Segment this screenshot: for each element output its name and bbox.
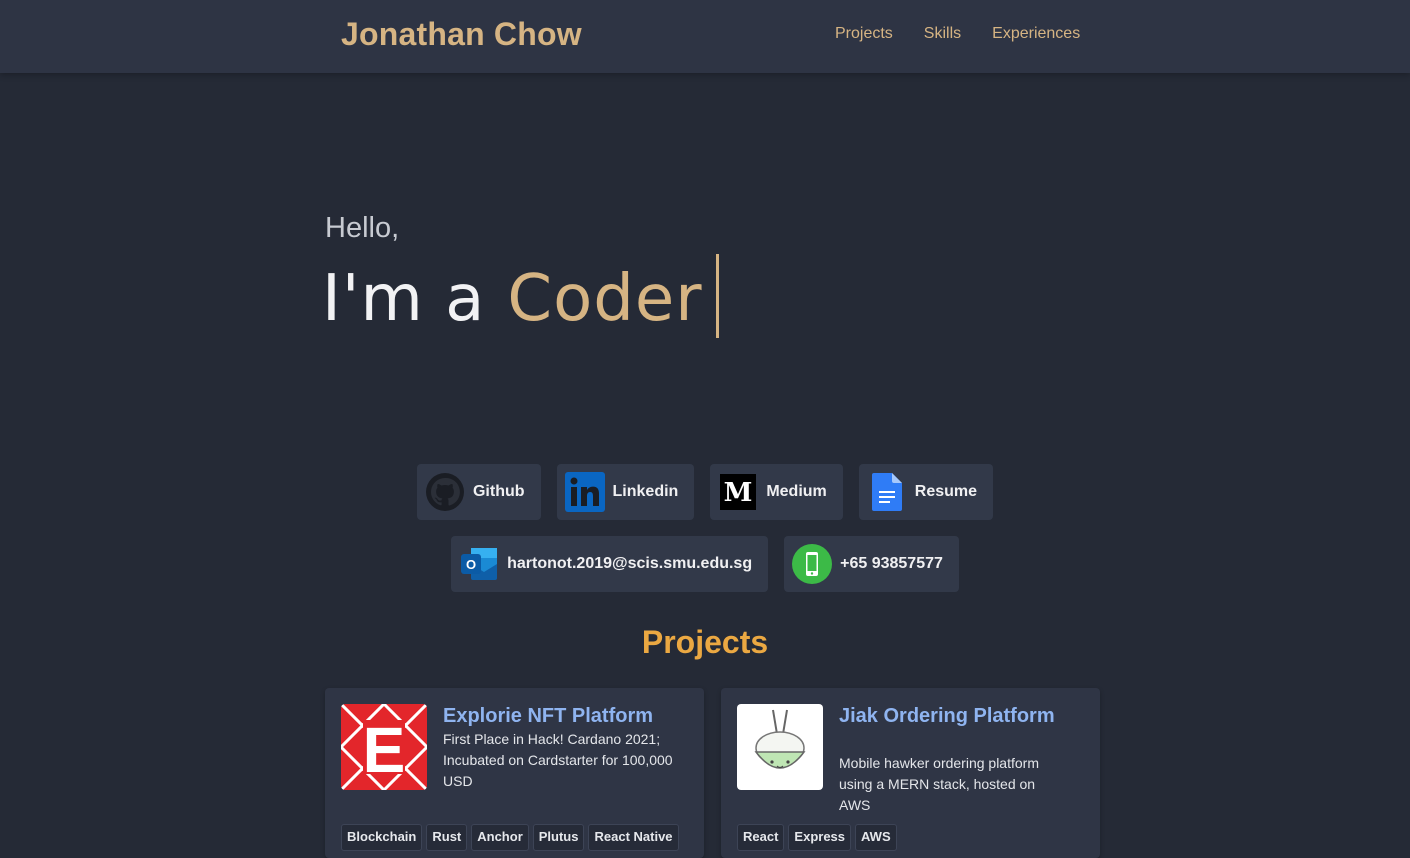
project-card-jiak[interactable]: Jiak Ordering Platform Mobile hawker ord… xyxy=(721,688,1100,858)
project-card-explorie[interactable]: E Explorie NFT Platform First Place in H… xyxy=(325,688,704,858)
medium-glyph: M xyxy=(724,478,753,508)
project-description: First Place in Hack! Cardano 2021; Incub… xyxy=(443,731,673,789)
outlook-glyph: O xyxy=(466,557,476,572)
medium-icon: M xyxy=(718,472,758,512)
nav-link-skills[interactable]: Skills xyxy=(924,25,961,43)
hero-role: Coder xyxy=(507,262,703,336)
navbar: Jonathan Chow Projects Skills Experience… xyxy=(0,0,1410,73)
resume-label: Resume xyxy=(914,483,978,500)
email-button[interactable]: O hartonot.2019@scis.smu.edu.sg xyxy=(451,536,769,592)
medium-button[interactable]: M Medium xyxy=(710,464,843,520)
google-docs-icon xyxy=(867,472,907,512)
linkedin-icon xyxy=(564,472,605,512)
hero-greeting: Hello, xyxy=(325,212,400,244)
phone-label: +65 93857577 xyxy=(840,555,943,572)
linkedin-button[interactable]: Linkedin xyxy=(556,464,695,520)
phone-button[interactable]: +65 93857577 xyxy=(784,536,959,592)
outlook-icon: O xyxy=(459,544,499,584)
nav-link-experiences[interactable]: Experiences xyxy=(992,25,1080,43)
nav-links: Projects Skills Experiences xyxy=(835,25,1080,43)
github-label: Github xyxy=(472,483,525,500)
medium-label: Medium xyxy=(766,483,827,500)
github-button[interactable]: Github xyxy=(416,464,541,520)
project-title[interactable]: Jiak Ordering Platform xyxy=(839,704,1079,728)
explorie-logo: E xyxy=(341,704,427,790)
project-title[interactable]: Explorie NFT Platform xyxy=(443,704,683,728)
linkedin-label: Linkedin xyxy=(612,483,679,500)
jiak-logo xyxy=(737,704,823,790)
typing-cursor xyxy=(716,254,719,338)
social-links: Github Linkedin M Medium Resume xyxy=(0,464,1410,520)
hero-prefix: I'm a xyxy=(322,262,486,336)
explorie-logo-letter: E xyxy=(363,714,406,786)
email-label: hartonot.2019@scis.smu.edu.sg xyxy=(507,555,753,572)
nav-link-projects[interactable]: Projects xyxy=(835,25,893,43)
github-icon xyxy=(425,472,465,512)
projects-section-title: Projects xyxy=(641,624,769,660)
contact-links: O hartonot.2019@scis.smu.edu.sg +65 9385… xyxy=(0,536,1410,592)
project-description: Mobile hawker ordering platform using a … xyxy=(839,755,1039,813)
resume-button[interactable]: Resume xyxy=(858,464,994,520)
phone-icon xyxy=(792,544,833,584)
brand-name[interactable]: Jonathan Chow xyxy=(341,16,582,53)
hero-headline: I'm a Coder xyxy=(322,262,703,336)
